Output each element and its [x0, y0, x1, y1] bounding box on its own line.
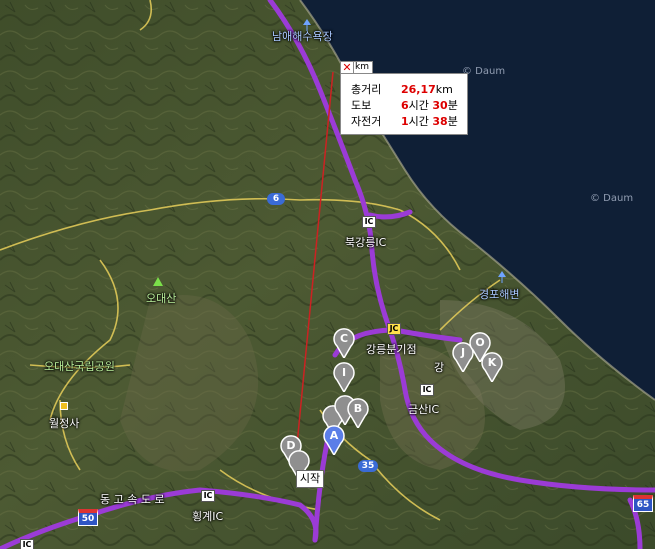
place-label-bukgangneung[interactable]: 북강릉IC [345, 234, 386, 250]
place-label-gangneung-jct[interactable]: 강릉분기점 [366, 341, 417, 357]
row-key: 총거리 [351, 83, 382, 96]
row-value: 26,17 [401, 83, 436, 96]
row-value: 30 [432, 99, 448, 112]
mountain-icon [153, 277, 163, 286]
jc-badge: JC [387, 323, 401, 335]
road-shield-65: 65 [633, 495, 653, 512]
measure-info-popup: 총거리 26,17km 도보 6시간 30분 자전거 1시간 38분 [340, 73, 468, 135]
total-distance-row: 총거리 26,17km [351, 82, 457, 98]
place-label-geumsan[interactable]: 금산IC [408, 401, 439, 417]
map-terrain [0, 0, 655, 549]
map-marker-i[interactable]: I [333, 362, 355, 392]
beach-icon [497, 268, 507, 283]
row-value: 38 [432, 115, 448, 128]
map-canvas[interactable]: © Daum © Daum 남애해수욕장 북강릉IC 경포해변 오대산 오대산국… [0, 0, 655, 549]
map-marker-b[interactable]: B [347, 398, 369, 428]
watermark: © Daum [590, 193, 634, 204]
beach-icon [302, 16, 312, 31]
row-value: 1 [401, 115, 409, 128]
map-marker-k[interactable]: K [481, 352, 503, 382]
road-shield-35: 35 [358, 460, 378, 472]
walk-time-row: 도보 6시간 30분 [351, 98, 458, 114]
row-unit: 분 [447, 99, 458, 112]
ic-badge: IC [420, 384, 434, 396]
row-unit: km [435, 83, 453, 96]
ic-badge: IC [201, 490, 215, 502]
row-value: 6 [401, 99, 409, 112]
row-key: 자전거 [351, 115, 382, 128]
ic-badge: IC [362, 216, 376, 228]
temple-icon [60, 402, 68, 410]
place-label-odaesan[interactable]: 오대산 [146, 290, 176, 306]
bike-time-row: 자전거 1시간 38분 [351, 114, 458, 130]
map-marker-a[interactable]: A [323, 425, 345, 455]
row-key: 도보 [351, 99, 372, 112]
row-unit: 시간 [408, 99, 433, 112]
road-shield-50: 50 [78, 509, 98, 526]
start-label: 시작 [296, 470, 324, 488]
road-label-donghae-expy: 동 고 속 도 로 [100, 493, 165, 506]
ic-badge: IC [20, 539, 34, 549]
place-label-hoenggye[interactable]: 횡계IC [192, 508, 223, 524]
place-label-odaesan-park[interactable]: 오대산국립공원 [44, 358, 115, 374]
row-unit: 시간 [408, 115, 433, 128]
row-unit: 분 [447, 115, 458, 128]
map-marker-c[interactable]: C [333, 328, 355, 358]
watermark: © Daum [462, 66, 506, 77]
place-label-gangneung[interactable]: 강 [434, 359, 444, 375]
place-label-gyeongpo[interactable]: 경포해변 [479, 286, 519, 302]
place-label-woljeongsa[interactable]: 월정사 [49, 415, 79, 431]
road-shield-6: 6 [267, 193, 285, 205]
